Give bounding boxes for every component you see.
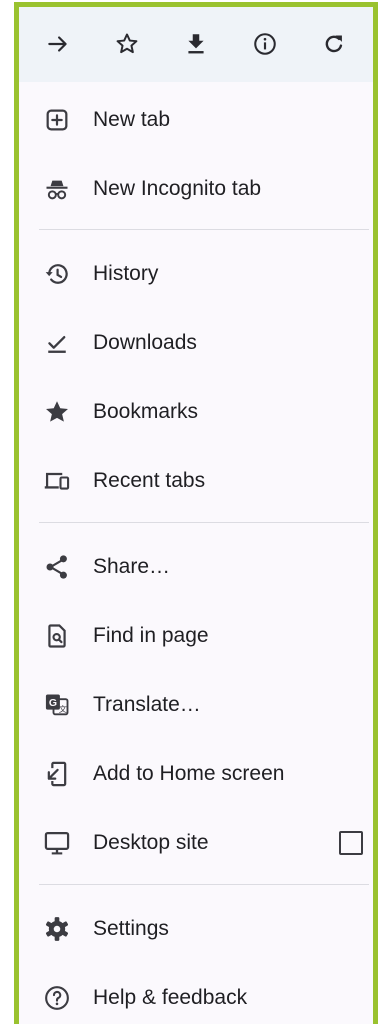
forward-button[interactable] — [31, 17, 85, 71]
desktop-icon — [37, 823, 77, 863]
menu-item-label: Bookmarks — [93, 400, 199, 423]
arrow-right-icon — [48, 36, 67, 52]
devices-icon — [37, 461, 77, 501]
incognito-icon — [37, 169, 77, 209]
menu-item-label: New Incognito tab — [93, 177, 262, 200]
page-info-button[interactable] — [238, 17, 292, 71]
menu-item-add-to-home-screen[interactable]: Add to Home screen — [19, 743, 373, 805]
svg-text:G: G — [49, 697, 57, 709]
translate-icon: G文 — [37, 685, 77, 725]
menu-item-label: Share… — [93, 555, 171, 578]
menu-divider — [39, 522, 369, 523]
menu-divider — [39, 884, 369, 885]
bookmark-page-button[interactable] — [100, 17, 154, 71]
menu-toolbar — [19, 7, 373, 82]
menu-item-label: Help & feedback — [93, 986, 248, 1009]
svg-text:文: 文 — [59, 704, 67, 714]
menu-item-settings[interactable]: Settings — [19, 898, 373, 960]
gear-icon — [37, 909, 77, 949]
menu-item-new-incognito-tab[interactable]: New Incognito tab — [19, 158, 373, 220]
desktop-site-checkbox[interactable] — [339, 831, 363, 855]
menu-item-label: History — [93, 262, 159, 285]
find-in-page-icon — [37, 616, 77, 656]
refresh-icon — [325, 35, 343, 53]
plus-box-icon — [37, 100, 77, 140]
info-icon — [254, 33, 276, 55]
download-page-button[interactable] — [169, 17, 223, 71]
app-menu: New tab New Incognito tab History Downlo… — [14, 2, 378, 1024]
reload-button[interactable] — [307, 17, 361, 71]
menu-item-history[interactable]: History — [19, 243, 373, 305]
download-done-icon — [37, 323, 77, 363]
help-icon — [37, 978, 77, 1018]
share-icon — [37, 547, 77, 587]
menu-item-translate[interactable]: G文 Translate… — [19, 674, 373, 736]
menu-item-label: Desktop site — [93, 831, 209, 854]
star-filled-icon — [37, 392, 77, 432]
add-to-home-icon — [37, 754, 77, 794]
menu-item-label: Translate… — [93, 693, 201, 716]
menu-item-label: Settings — [93, 917, 169, 940]
menu-divider — [39, 229, 369, 230]
menu-item-desktop-site[interactable]: Desktop site — [19, 812, 373, 874]
menu-item-label: Find in page — [93, 624, 209, 647]
menu-item-bookmarks[interactable]: Bookmarks — [19, 381, 373, 443]
history-icon — [37, 254, 77, 294]
menu-item-recent-tabs[interactable]: Recent tabs — [19, 450, 373, 512]
menu-item-share[interactable]: Share… — [19, 536, 373, 598]
menu-item-help-feedback[interactable]: Help & feedback — [19, 967, 373, 1024]
menu-item-find-in-page[interactable]: Find in page — [19, 605, 373, 667]
star-outline-icon — [116, 33, 138, 54]
menu-item-label: New tab — [93, 108, 171, 131]
menu-item-label: Add to Home screen — [93, 762, 285, 785]
menu-item-new-tab[interactable]: New tab — [19, 89, 373, 151]
menu-item-label: Recent tabs — [93, 469, 206, 492]
menu-item-label: Downloads — [93, 331, 197, 354]
download-icon — [188, 34, 204, 54]
menu-item-downloads[interactable]: Downloads — [19, 312, 373, 374]
